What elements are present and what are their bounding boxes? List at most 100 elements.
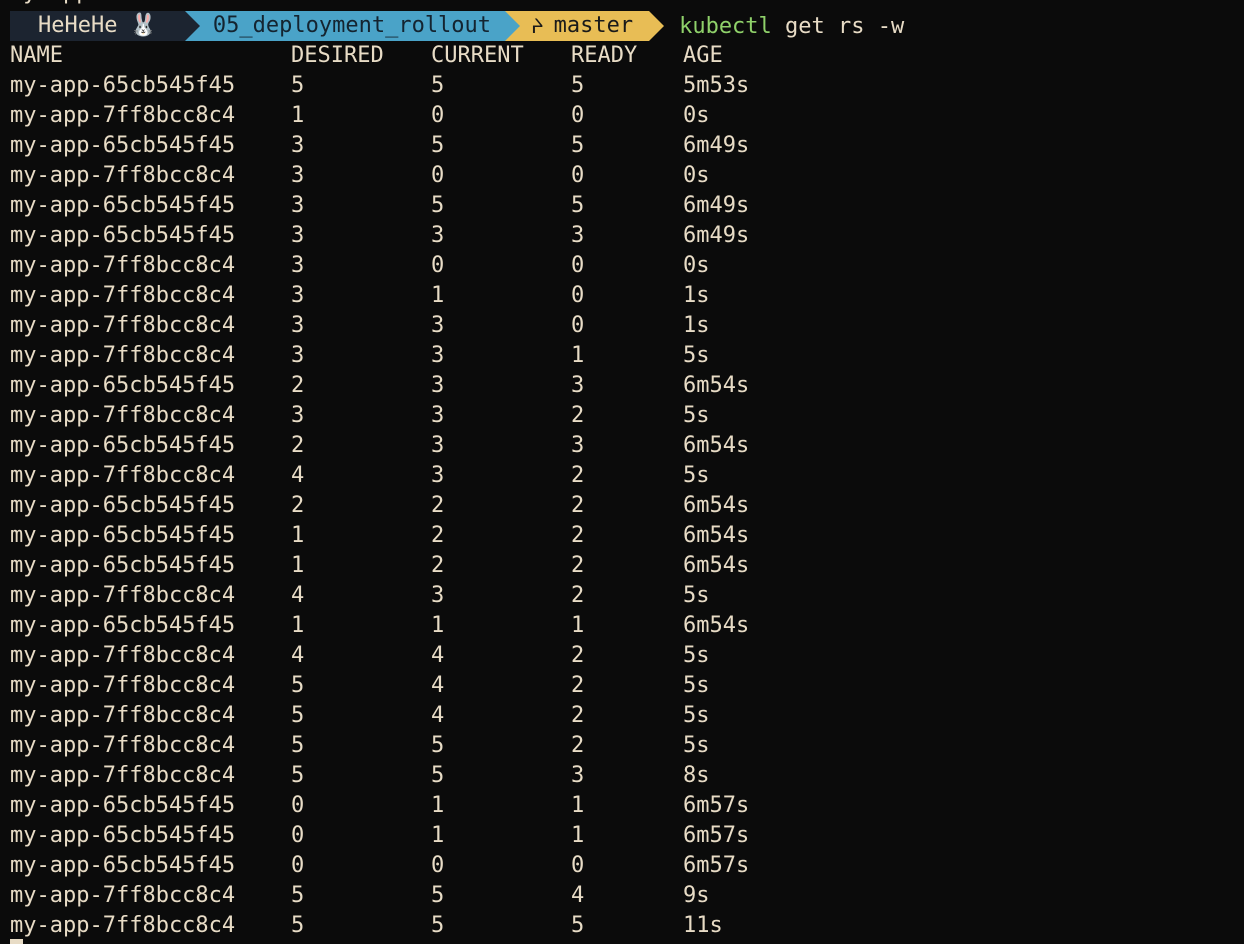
clipped-output-row: my-app-65cb545f45 5 5 5 4m58s [10, 0, 749, 8]
row-name: my-app-65cb545f45 [10, 553, 236, 578]
row-ready: 1 [571, 343, 585, 368]
row-name: my-app-7ff8bcc8c4 [10, 703, 236, 728]
row-age: 6m57s [683, 823, 750, 848]
row-name: my-app-7ff8bcc8c4 [10, 283, 236, 308]
row-ready: 1 [571, 823, 585, 848]
row-ready: 2 [571, 673, 585, 698]
row-current: 4 [431, 703, 445, 728]
row-current: 5 [431, 913, 445, 938]
row-ready: 0 [571, 103, 585, 128]
git-branch-icon: ᔨ [531, 14, 544, 38]
row-name: my-app-65cb545f45 [10, 433, 236, 458]
row-name: my-app-7ff8bcc8c4 [10, 163, 236, 188]
row-desired: 3 [291, 163, 305, 188]
row-name: my-app-7ff8bcc8c4 [10, 313, 236, 338]
row-ready: 2 [571, 493, 585, 518]
row-age: 6m54s [683, 373, 750, 398]
row-desired: 1 [291, 103, 305, 128]
powerline-separator-icon [184, 11, 200, 41]
row-age: 4m58s [683, 0, 749, 8]
row-desired: 2 [291, 433, 305, 458]
row-ready: 3 [571, 223, 585, 248]
header-desired: DESIRED [291, 43, 384, 68]
row-current: 3 [431, 313, 445, 338]
row-name: my-app-65cb545f45 [10, 193, 236, 218]
row-age: 5s [683, 583, 710, 608]
row-name: my-app-65cb545f45 [10, 73, 236, 98]
row-desired: 4 [291, 643, 305, 668]
row-desired: 0 [291, 853, 305, 878]
row-desired: 2 [291, 373, 305, 398]
row-current: 5 [431, 0, 444, 8]
command-line[interactable]: kubectl get rs -w [679, 14, 904, 39]
row-ready: 1 [571, 613, 585, 638]
row-age: 5s [683, 673, 710, 698]
row-ready: 3 [571, 433, 585, 458]
row-age: 6m54s [683, 523, 750, 548]
row-current: 3 [431, 343, 445, 368]
row-desired: 3 [291, 133, 305, 158]
command-binary: kubectl [679, 13, 772, 39]
row-current: 5 [431, 73, 445, 98]
row-name: my-app-7ff8bcc8c4 [10, 343, 236, 368]
row-current: 1 [431, 283, 445, 308]
row-name: my-app-65cb545f45 [10, 133, 236, 158]
row-age: 6m54s [683, 433, 750, 458]
prompt-git-segment: ᔨ master [505, 11, 665, 41]
row-ready: 0 [571, 163, 585, 188]
row-ready: 2 [571, 463, 585, 488]
row-current: 3 [431, 373, 445, 398]
row-ready: 0 [571, 313, 585, 338]
row-name: my-app-7ff8bcc8c4 [10, 103, 236, 128]
row-desired: 4 [291, 583, 305, 608]
prompt-directory-segment: 05_deployment_rollout [184, 11, 521, 41]
row-current: 3 [431, 433, 445, 458]
row-current: 1 [431, 793, 445, 818]
row-ready: 5 [571, 133, 585, 158]
row-current: 0 [431, 253, 445, 278]
terminal-window[interactable]: my-app-65cb545f45 5 5 5 4m58s HeHeHe 🐰 0… [0, 0, 1244, 944]
row-age: 11s [683, 913, 723, 938]
row-desired: 3 [291, 253, 305, 278]
row-current: 2 [431, 523, 445, 548]
row-desired: 5 [291, 0, 304, 8]
row-current: 4 [431, 643, 445, 668]
row-age: 1s [683, 283, 710, 308]
row-age: 0s [683, 163, 710, 188]
row-ready: 2 [571, 733, 585, 758]
row-age: 6m49s [683, 133, 750, 158]
row-desired: 3 [291, 343, 305, 368]
row-name: my-app-7ff8bcc8c4 [10, 643, 236, 668]
row-age: 6m54s [683, 613, 750, 638]
row-name: my-app-65cb545f45 [10, 0, 235, 8]
row-age: 6m49s [683, 193, 750, 218]
row-desired: 5 [291, 733, 305, 758]
row-desired: 3 [291, 193, 305, 218]
row-current: 5 [431, 193, 445, 218]
row-current: 5 [431, 763, 445, 788]
row-current: 2 [431, 493, 445, 518]
row-ready: 4 [571, 883, 585, 908]
row-desired: 5 [291, 913, 305, 938]
row-current: 3 [431, 583, 445, 608]
row-desired: 5 [291, 703, 305, 728]
row-ready: 3 [571, 373, 585, 398]
row-name: my-app-65cb545f45 [10, 493, 236, 518]
row-name: my-app-7ff8bcc8c4 [10, 463, 236, 488]
row-name: my-app-7ff8bcc8c4 [10, 763, 236, 788]
row-name: my-app-65cb545f45 [10, 793, 236, 818]
row-age: 6m57s [683, 853, 750, 878]
row-current: 5 [431, 883, 445, 908]
row-age: 8s [683, 763, 710, 788]
row-current: 3 [431, 463, 445, 488]
row-age: 0s [683, 253, 710, 278]
row-desired: 1 [291, 613, 305, 638]
row-ready: 2 [571, 553, 585, 578]
row-ready: 1 [571, 793, 585, 818]
row-desired: 2 [291, 493, 305, 518]
row-ready: 0 [571, 283, 585, 308]
row-desired: 0 [291, 823, 305, 848]
row-desired: 5 [291, 883, 305, 908]
row-ready: 0 [571, 253, 585, 278]
row-desired: 4 [291, 463, 305, 488]
